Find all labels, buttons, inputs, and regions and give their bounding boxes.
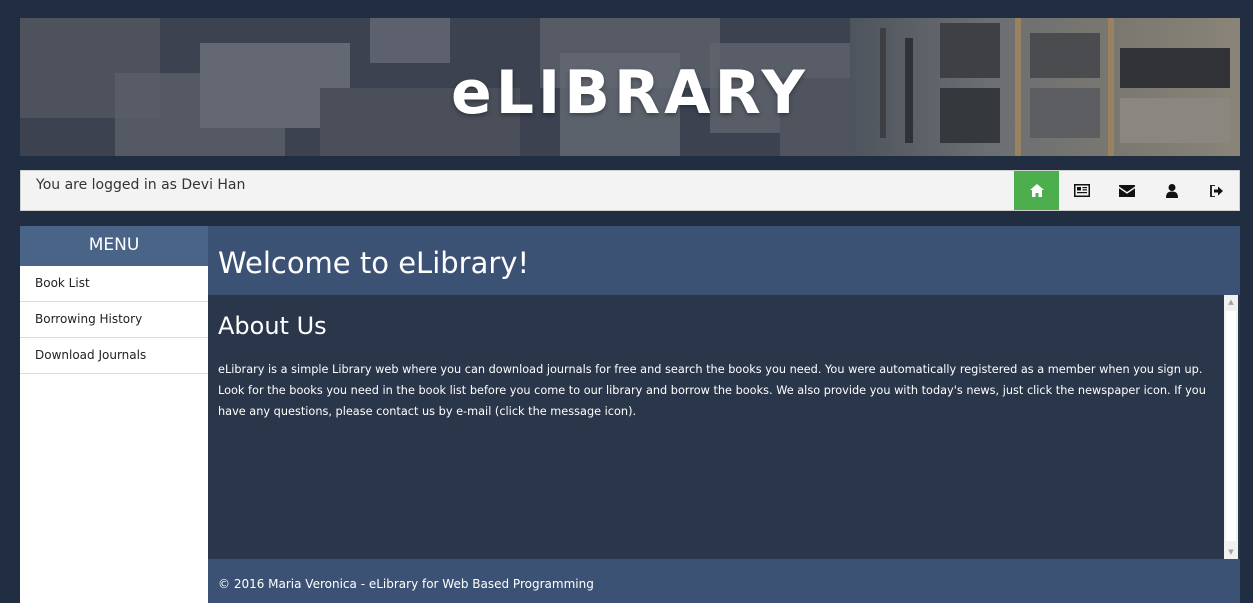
page-title: Welcome to eLibrary! [218, 246, 530, 280]
sidebar-item-book-list[interactable]: Book List [20, 266, 208, 302]
about-heading: About Us [218, 312, 327, 340]
banner-decoration [370, 18, 450, 63]
scroll-up-icon[interactable]: ▲ [1224, 295, 1238, 309]
about-description: eLibrary is a simple Library web where y… [218, 363, 1206, 418]
message-button[interactable] [1104, 171, 1149, 210]
sidebar: MENU Book List Borrowing History Downloa… [20, 226, 208, 603]
site-title: eLIBRARY [451, 58, 809, 128]
profile-button[interactable] [1149, 171, 1194, 210]
news-button[interactable] [1059, 171, 1104, 210]
main-header: Welcome to eLibrary! [208, 226, 1240, 295]
header-banner: eLIBRARY [20, 18, 1240, 156]
menu-title: MENU [20, 226, 208, 266]
home-button[interactable] [1014, 171, 1059, 210]
home-icon [1029, 184, 1044, 197]
logout-button[interactable] [1194, 171, 1239, 210]
login-bar: You are logged in as Devi Han [20, 170, 1240, 211]
sidebar-item-download-journals[interactable]: Download Journals [20, 338, 208, 374]
scroll-thumb[interactable] [1226, 311, 1236, 541]
logged-in-status: You are logged in as Devi Han [36, 177, 246, 193]
envelope-icon [1118, 184, 1135, 197]
footer: © 2016 Maria Veronica - eLibrary for Web… [208, 559, 1240, 603]
content-panel: About Us eLibrary is a simple Library we… [208, 295, 1240, 559]
top-nav [1014, 171, 1239, 210]
sidebar-item-borrowing-history[interactable]: Borrowing History [20, 302, 208, 338]
scroll-down-icon[interactable]: ▼ [1224, 545, 1238, 559]
user-icon [1165, 183, 1178, 198]
copyright-text: © 2016 Maria Veronica - eLibrary for Web… [218, 577, 594, 591]
newspaper-icon [1073, 184, 1090, 197]
content-scrollbar[interactable]: ▲ ▼ [1224, 295, 1238, 559]
sign-out-icon [1209, 184, 1223, 197]
